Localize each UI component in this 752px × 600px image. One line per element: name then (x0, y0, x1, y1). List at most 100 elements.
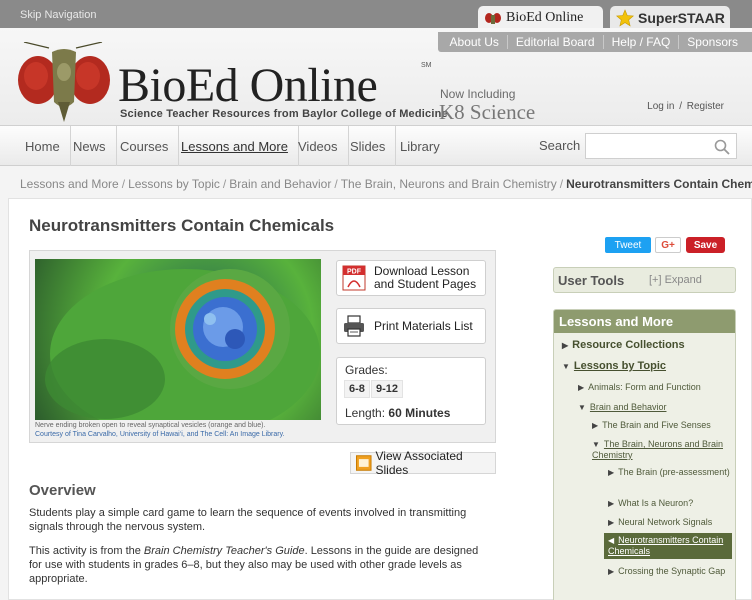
google-plus-button[interactable]: G+ (655, 237, 681, 253)
download-lesson-label: Download Lesson and Student Pages (374, 265, 476, 291)
user-tools-expand-toggle[interactable]: [+] Expand (649, 274, 702, 286)
tree-item-what-is-a-neuron[interactable]: ▶ What Is a Neuron? (608, 498, 732, 509)
tree-arrow-icon: ▶ (562, 341, 569, 350)
util-link-help-faq[interactable]: Help / FAQ (602, 35, 679, 49)
overview-heading: Overview (29, 482, 96, 499)
site-tagline: Science Teacher Resources from Baylor Co… (120, 108, 448, 120)
tree-item-animals[interactable]: ▶ Animals: Form and Function (578, 382, 732, 393)
download-lesson-button[interactable]: PDF Download Lesson and Student Pages (336, 260, 486, 296)
length-info: Length: 60 Minutes (345, 406, 450, 420)
breadcrumb-lessons-and-more[interactable]: Lessons and More (20, 177, 119, 191)
search-input[interactable] (585, 133, 737, 159)
fly-icon (485, 13, 501, 24)
fly-logo-icon[interactable] (14, 42, 114, 124)
lesson-info-box: Nerve ending broken open to reveal synap… (29, 250, 496, 443)
tab-bioed-online[interactable]: BioEd Online (478, 6, 603, 30)
tree-arrow-icon: ▶ (608, 567, 615, 576)
tree-label: The Brain and Five Senses (602, 420, 711, 430)
breadcrumb-separator: / (334, 177, 338, 191)
view-associated-slides-button[interactable]: View Associated Slides (350, 449, 496, 477)
tree-label: The Brain, Neurons and Brain Chemistry (592, 439, 723, 460)
tree-item-brain-and-behavior[interactable]: ▼ Brain and Behavior (578, 402, 732, 413)
tweet-button[interactable]: Tweet (605, 237, 651, 253)
tree-label: Resource Collections (572, 339, 685, 351)
search-icon[interactable] (714, 139, 730, 155)
util-link-sponsors[interactable]: Sponsors (678, 35, 746, 49)
overview-p2-start: This activity is from the (29, 545, 144, 557)
user-tools-panel: User Tools [+] Expand (553, 267, 736, 293)
k8-science-logo[interactable]: K8 Science (439, 100, 535, 125)
tree-label: Animals: Form and Function (588, 382, 701, 392)
tree-item-resource-collections[interactable]: ▶ Resource Collections (562, 340, 732, 351)
view-slides-label: View Associated Slides (375, 449, 463, 477)
register-link[interactable]: Register (687, 101, 724, 112)
tree-item-brain-five-senses[interactable]: ▶ The Brain and Five Senses (592, 420, 732, 431)
main-content: Neurotransmitters Contain Chemicals Twee… (8, 198, 752, 600)
lessons-and-more-title: Lessons and More (554, 310, 735, 333)
breadcrumb: Lessons and More / Lessons by Topic / Brain … (20, 177, 752, 191)
printer-icon (344, 315, 364, 337)
tree-arrow-icon: ▶ (608, 518, 615, 527)
length-value: 60 Minutes (388, 406, 451, 420)
nav-news[interactable]: News (63, 126, 117, 166)
tree-item-brain-neurons-chemistry[interactable]: ▼ The Brain, Neurons and Brain Chemistry (592, 439, 734, 461)
overview-paragraph-2: This activity is from the Brain Chemistr… (29, 544, 489, 586)
tree-item-neural-network-signals[interactable]: ▶ Neural Network Signals (608, 517, 732, 528)
pdf-icon: PDF (342, 265, 366, 291)
tree-label: Crossing the Synaptic Gap (618, 566, 726, 576)
tree-arrow-icon: ▼ (578, 403, 586, 412)
print-materials-button[interactable]: Print Materials List (336, 308, 486, 344)
breadcrumb-current: Neurotransmitters Contain Chemicals (566, 177, 752, 191)
tree-arrow-icon: ◀ (608, 536, 615, 545)
tree-arrow-icon: ▶ (578, 383, 585, 392)
login-separator: / (679, 101, 682, 112)
breadcrumb-separator: / (222, 177, 227, 191)
download-line-1: Download Lesson (374, 264, 470, 278)
breadcrumb-separator: / (559, 177, 564, 191)
skip-navigation-link[interactable]: Skip Navigation (20, 9, 96, 21)
breadcrumb-separator: / (121, 177, 126, 191)
lessons-and-more-panel: Lessons and More ▶ Resource Collections ▼… (553, 309, 736, 600)
nav-library[interactable]: Library (390, 126, 450, 166)
site-header: About Us Editorial Board Help / FAQ Spon… (0, 28, 752, 126)
util-link-about-us[interactable]: About Us (442, 35, 507, 49)
pinterest-save-button[interactable]: Save (686, 237, 725, 253)
util-link-editorial-board[interactable]: Editorial Board (506, 35, 603, 49)
nav-courses[interactable]: Courses (110, 126, 180, 166)
tree-item-brain-pre-assessment[interactable]: ▶ The Brain (pre-assessment) (608, 467, 732, 478)
breadcrumb-brain-and-behavior[interactable]: Brain and Behavior (229, 177, 331, 191)
caption-text: Nerve ending broken open to reveal synap… (35, 422, 266, 429)
top-strip: Skip Navigation BioEd Online SuperSTAAR (0, 0, 752, 30)
lesson-image (35, 259, 321, 420)
nerve-ending-image-icon (45, 269, 320, 420)
tree-item-crossing-synaptic-gap[interactable]: ▶ Crossing the Synaptic Gap (608, 566, 732, 577)
tree-label: Neural Network Signals (618, 517, 713, 527)
pdf-icon-label: PDF (347, 269, 362, 276)
tree-item-lessons-by-topic[interactable]: ▼ Lessons by Topic (562, 361, 732, 372)
tree-label: Brain and Behavior (589, 402, 667, 412)
tab-superstaar[interactable]: SuperSTAAR (610, 6, 730, 30)
breadcrumb-lessons-by-topic[interactable]: Lessons by Topic (128, 177, 220, 191)
length-label: Length: (345, 406, 386, 420)
now-including-label: Now Including (440, 87, 516, 101)
grades-label: Grades: (345, 363, 388, 377)
page-title: Neurotransmitters Contain Chemicals (29, 216, 335, 235)
utility-nav: About Us Editorial Board Help / FAQ Spon… (437, 32, 752, 52)
tab-bioed-label: BioEd Online (506, 10, 584, 25)
nav-lessons-and-more[interactable]: Lessons and More (171, 126, 299, 166)
breadcrumb-brain-neurons-chemistry[interactable]: The Brain, Neurons and Brain Chemistry (341, 177, 557, 191)
site-logo-title[interactable]: BioEd Online (118, 62, 378, 110)
tree-item-neurotransmitters-selected[interactable]: ◀ Neurotransmitters Contain Chemicals (604, 533, 732, 559)
nav-slides[interactable]: Slides (340, 126, 397, 166)
tree-arrow-icon: ▶ (608, 468, 615, 477)
login-link[interactable]: Log in (647, 101, 674, 112)
tree-arrow-icon: ▶ (592, 421, 599, 430)
grades-length-box: Grades: 6-8 9-12 Length: 60 Minutes (336, 357, 486, 425)
guide-title: Brain Chemistry Teacher's Guide (143, 545, 305, 557)
image-credit-link[interactable]: Courtesy of Tina Carvalho, University of… (35, 431, 285, 438)
download-line-2: and Student Pages (374, 277, 477, 291)
slides-icon (356, 455, 372, 471)
account-links: Log in / Register (647, 101, 724, 112)
tree-label: Neurotransmitters Contain Chemicals (608, 535, 724, 556)
grade-badge-6-8: 6-8 (344, 380, 370, 398)
